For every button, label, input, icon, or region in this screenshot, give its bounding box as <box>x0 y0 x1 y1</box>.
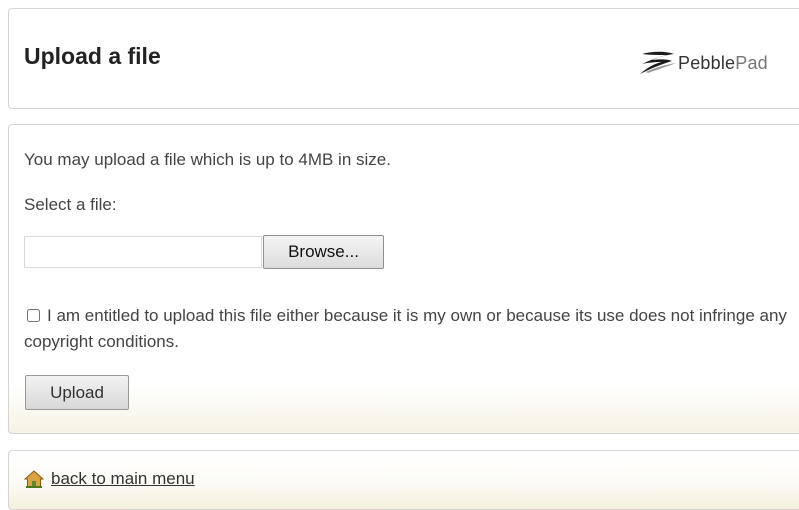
back-to-main-menu-link[interactable]: back to main menu <box>24 469 195 489</box>
browse-button[interactable]: Browse... <box>263 235 384 269</box>
upload-button[interactable]: Upload <box>25 375 129 410</box>
select-file-label: Select a file: <box>24 195 117 214</box>
pebblepad-logo: PebblePad <box>636 49 768 77</box>
logo-wordmark: PebblePad <box>678 53 768 74</box>
upload-form-panel: You may upload a file which is up to 4MB… <box>8 124 799 434</box>
size-limit-info: You may upload a file which is up to 4MB… <box>24 150 391 169</box>
logo-text-pebble: Pebble <box>678 52 736 73</box>
footer-panel: back to main menu <box>8 450 799 510</box>
header-panel: Upload a file PebblePad <box>8 8 799 109</box>
copyright-consent-label: I am entitled to upload this file either… <box>24 306 787 351</box>
home-icon <box>24 470 44 488</box>
copyright-consent-checkbox[interactable] <box>27 309 40 322</box>
pebblepad-swoosh-icon <box>640 51 676 74</box>
file-picker-row: Browse... <box>24 235 384 269</box>
copyright-consent: I am entitled to upload this file either… <box>24 303 799 355</box>
back-link-label: back to main menu <box>51 469 195 488</box>
page-title: Upload a file <box>24 43 161 69</box>
logo-text-pad: Pad <box>735 52 768 73</box>
file-path-input[interactable] <box>24 236 262 268</box>
